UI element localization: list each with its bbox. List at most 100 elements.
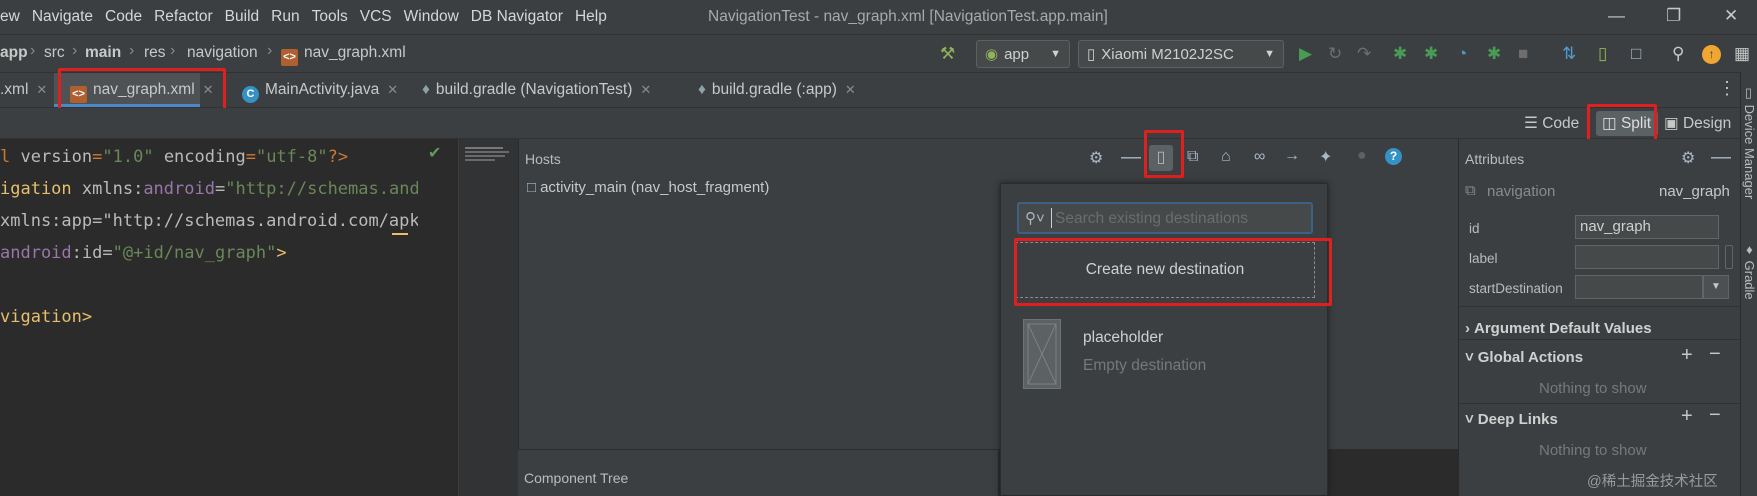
tab-build-gradle-app[interactable]: ♦ build.gradle (:app) ✕ (698, 81, 856, 99)
coverage-icon[interactable]: ✱ (1487, 44, 1501, 64)
device-select[interactable]: ▯ Xiaomi M2102J2SC ▼ (1078, 40, 1284, 68)
plugin-icon[interactable]: ▦ (1734, 44, 1750, 64)
home-icon[interactable]: ⌂ (1221, 148, 1231, 166)
more-options-icon[interactable]: ⋮ (1718, 78, 1736, 99)
debug-icon[interactable]: ✱ (1393, 44, 1407, 64)
device-manager-icon[interactable]: ▯ (1598, 44, 1607, 64)
editor-tab-bar: .xml ✕ <> nav_graph.xml ✕ C MainActivity.jav… (0, 72, 1757, 108)
code-line-3: xmlns:app="http://schemas.android.com/ap… (0, 211, 430, 231)
tab-build-gradle-project[interactable]: ♦ build.gradle (NavigationTest) ✕ (422, 81, 651, 99)
hammer-icon[interactable]: ⚒ (940, 44, 955, 64)
highlight-new-destination (1144, 130, 1184, 178)
minimap-line (465, 155, 505, 157)
divider (1459, 306, 1741, 307)
remove-deep-link-button[interactable]: − (1709, 404, 1721, 427)
menu-vcs[interactable]: VCS (354, 8, 398, 26)
run-icon[interactable]: ▶ (1299, 44, 1312, 64)
menu-tools[interactable]: Tools (306, 8, 354, 26)
close-icon[interactable]: ✕ (845, 82, 856, 97)
code-editor[interactable]: l version="1.0" encoding="utf-8"?> igati… (0, 139, 458, 496)
minimap-line (465, 147, 503, 149)
start-destination-select[interactable] (1575, 275, 1703, 299)
code-mode-button[interactable]: ☰ Code (1524, 114, 1579, 133)
component-tree-panel: Component Tree (518, 449, 998, 496)
code-line-4: android:id="@+id/nav_graph"> (0, 243, 287, 263)
attach-debugger-icon[interactable]: ✱ (1424, 44, 1438, 64)
sdk-manager-icon[interactable]: □ (1631, 44, 1641, 64)
menu-view[interactable]: ew (0, 8, 26, 26)
start-destination-dropdown[interactable]: ▼ (1703, 275, 1729, 299)
stop-icon[interactable]: ■ (1518, 44, 1528, 64)
menu-navigate[interactable]: Navigate (26, 8, 99, 26)
breadcrumb-src[interactable]: src (44, 44, 65, 62)
menu-code[interactable]: Code (99, 8, 148, 26)
highlight-create-destination (1014, 238, 1332, 306)
deep-links-header[interactable]: ˅ Deep Links (1465, 411, 1558, 428)
window-title: NavigationTest - nav_graph.xml [Navigati… (708, 8, 1108, 25)
menu-window[interactable]: Window (398, 8, 465, 26)
remove-global-action-button[interactable]: − (1709, 343, 1721, 366)
device-manager-tool[interactable]: ▯ Device Manager (1742, 86, 1757, 199)
close-icon[interactable]: ✕ (387, 82, 398, 97)
chevron-right-icon: › (30, 42, 36, 59)
menu-refactor[interactable]: Refactor (148, 8, 219, 26)
tab-main-activity[interactable]: C MainActivity.java ✕ (242, 81, 398, 103)
settings-gear-icon[interactable]: ⚙ (1681, 148, 1695, 168)
close-window-icon[interactable]: ✕ (1724, 6, 1738, 26)
menu-build[interactable]: Build (219, 8, 265, 26)
menu-help[interactable]: Help (569, 8, 613, 26)
profile-icon[interactable]: ◔ (1457, 44, 1467, 64)
hosts-item[interactable]: □ activity_main (nav_host_fragment) (527, 179, 769, 196)
code-mode-label: Code (1542, 115, 1580, 132)
label-field[interactable] (1575, 245, 1719, 269)
search-placeholder: Search existing destinations (1055, 210, 1249, 227)
gradle-tool[interactable]: ♦ Gradle (1742, 242, 1757, 300)
add-deep-link-button[interactable]: + (1681, 405, 1693, 428)
run-config-select[interactable]: ◉ app ▼ (976, 40, 1070, 68)
breadcrumb-app[interactable]: app (0, 44, 28, 62)
menu-run[interactable]: Run (265, 8, 305, 26)
close-icon[interactable]: ✕ (36, 82, 47, 97)
link-icon[interactable]: ∞ (1254, 148, 1265, 166)
placeholder-destination[interactable]: placeholder Empty destination (1015, 319, 1315, 395)
update-icon[interactable]: ↑ (1702, 45, 1721, 64)
label-resource-picker[interactable] (1725, 245, 1733, 269)
destination-search-input[interactable]: ⚲˅ Search existing destinations (1017, 202, 1313, 234)
tab-xml[interactable]: .xml ✕ (0, 81, 47, 99)
search-icon[interactable]: ⚲ (1672, 44, 1684, 64)
auto-arrange-icon[interactable]: ✦ (1319, 147, 1332, 167)
gradle-label: Gradle (1742, 260, 1757, 300)
add-global-action-button[interactable]: + (1681, 344, 1693, 367)
settings-gear-icon[interactable]: ⚙ (1089, 148, 1103, 168)
placeholder-cross-icon (1027, 323, 1057, 385)
restore-icon[interactable]: ❐ (1666, 6, 1681, 26)
breadcrumb-main[interactable]: main (85, 44, 121, 62)
menu-bar: ew Navigate Code Refactor Build Run Tool… (0, 0, 1757, 34)
collapse-icon[interactable]: — (1711, 146, 1731, 169)
menu-db-navigator[interactable]: DB Navigator (465, 8, 569, 26)
start-destination-label: startDestination (1469, 281, 1563, 296)
apply-changes-icon[interactable]: ↻ (1328, 44, 1342, 64)
xml-file-icon: <> (281, 49, 298, 66)
collapse-icon[interactable]: — (1121, 146, 1141, 169)
apply-code-changes-icon[interactable]: ↷ (1357, 44, 1371, 64)
nested-graph-icon[interactable]: ⧉ (1187, 148, 1198, 166)
warning-icon[interactable]: ● (1357, 147, 1367, 165)
close-icon[interactable]: ✕ (640, 82, 651, 97)
minimize-icon[interactable]: — (1608, 6, 1625, 26)
design-mode-button[interactable]: ▣ Design (1664, 114, 1731, 133)
argument-default-values-header[interactable]: › Argument Default Values (1465, 320, 1652, 337)
tab-label: MainActivity.java (265, 81, 380, 98)
tab-label: .xml (0, 81, 29, 98)
component-name: nav_graph (1659, 183, 1730, 200)
global-actions-header[interactable]: ˅ Global Actions (1465, 349, 1583, 366)
help-icon[interactable]: ? (1385, 148, 1402, 165)
chevron-down-icon: ▼ (1264, 48, 1275, 60)
breadcrumb-file[interactable]: <> nav_graph.xml (281, 44, 406, 66)
component-type: navigation (1487, 183, 1556, 200)
id-field[interactable]: nav_graph (1575, 215, 1719, 239)
breadcrumb-navigation[interactable]: navigation (187, 44, 258, 62)
action-arrow-icon[interactable]: → (1284, 147, 1300, 165)
breadcrumb-res[interactable]: res (144, 44, 166, 62)
sync-icon[interactable]: ⇅ (1562, 44, 1576, 64)
